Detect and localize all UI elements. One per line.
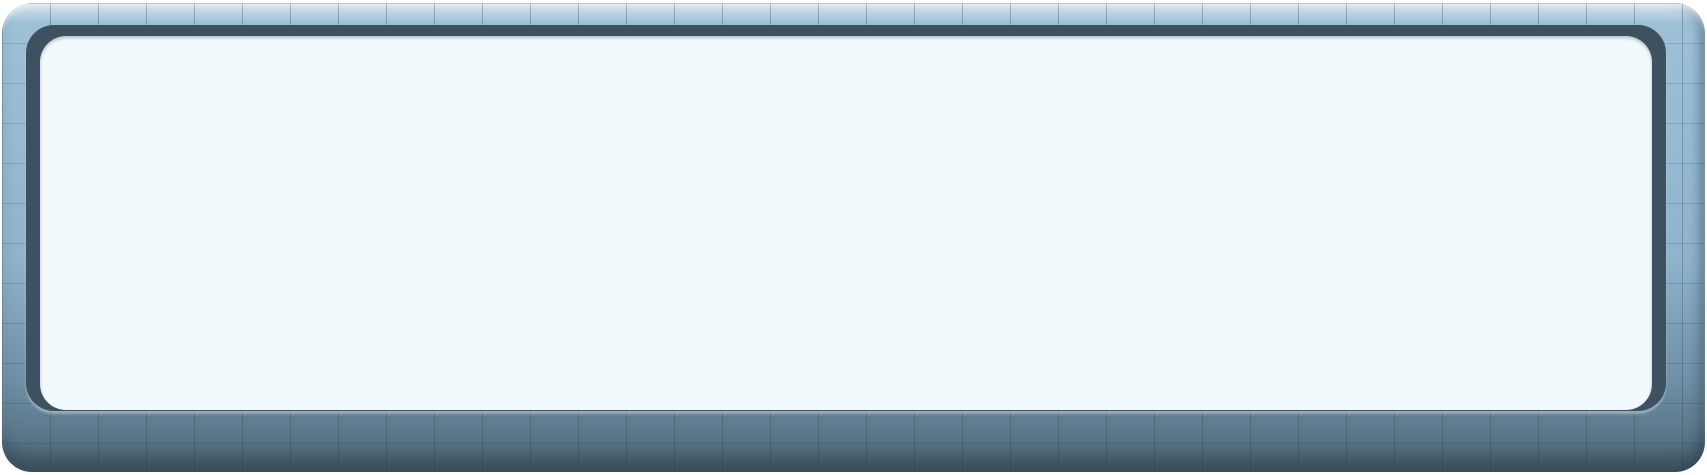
stone-frame-banner xyxy=(0,0,1707,475)
display-panel xyxy=(40,36,1652,410)
